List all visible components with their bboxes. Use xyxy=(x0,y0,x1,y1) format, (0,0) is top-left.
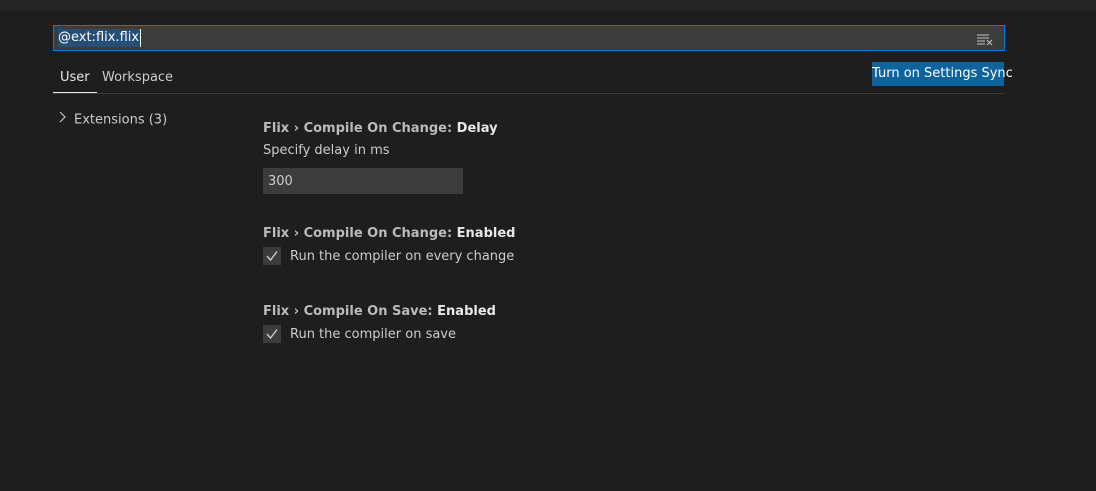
checkbox-row: Run the compiler on save xyxy=(263,324,663,344)
tab-workspace[interactable]: Workspace xyxy=(95,64,180,92)
delay-input[interactable] xyxy=(263,168,463,194)
checkmark-icon xyxy=(266,251,278,262)
text-caret xyxy=(140,29,141,47)
setting-title: Flix › Compile On Save: Enabled xyxy=(263,303,663,321)
settings-search-input[interactable]: @ext:flix.flix xyxy=(53,25,1005,51)
checkbox-row: Run the compiler on every change xyxy=(263,246,663,266)
setting-title: Flix › Compile On Change: Delay xyxy=(263,120,663,138)
toc-item-extensions[interactable]: Extensions (3) xyxy=(58,111,167,130)
tab-user[interactable]: User xyxy=(53,64,97,93)
clear-filter-icon[interactable] xyxy=(976,31,994,46)
setting-category: Flix › Compile On Change: xyxy=(263,121,457,136)
setting-compile-on-save-enabled: Flix › Compile On Save: Enabled Run the … xyxy=(263,303,663,344)
checkbox-label[interactable]: Run the compiler on every change xyxy=(290,249,514,264)
checkmark-icon xyxy=(266,329,278,340)
setting-key: Enabled xyxy=(456,226,516,241)
chevron-right-icon xyxy=(58,111,68,129)
toc-item-label: Extensions (3) xyxy=(74,112,168,128)
tabs-divider xyxy=(53,93,1004,94)
checkbox-label[interactable]: Run the compiler on save xyxy=(290,327,456,342)
setting-compile-on-change-enabled: Flix › Compile On Change: Enabled Run th… xyxy=(263,225,663,266)
setting-key: Delay xyxy=(456,121,498,136)
search-query-text[interactable]: @ext:flix.flix xyxy=(58,29,141,47)
setting-category: Flix › Compile On Change: xyxy=(263,226,457,241)
setting-compile-on-change-delay: Flix › Compile On Change: Delay Specify … xyxy=(263,120,663,200)
compile-on-save-checkbox[interactable] xyxy=(263,325,281,343)
editor-tab-strip xyxy=(0,0,1096,11)
setting-title: Flix › Compile On Change: Enabled xyxy=(263,225,663,243)
setting-key: Enabled xyxy=(437,304,496,319)
compile-on-change-checkbox[interactable] xyxy=(263,247,281,265)
setting-category: Flix › Compile On Save: xyxy=(263,304,438,319)
turn-on-settings-sync-button[interactable]: Turn on Settings Sync xyxy=(872,62,1013,86)
setting-description: Specify delay in ms xyxy=(263,143,390,158)
